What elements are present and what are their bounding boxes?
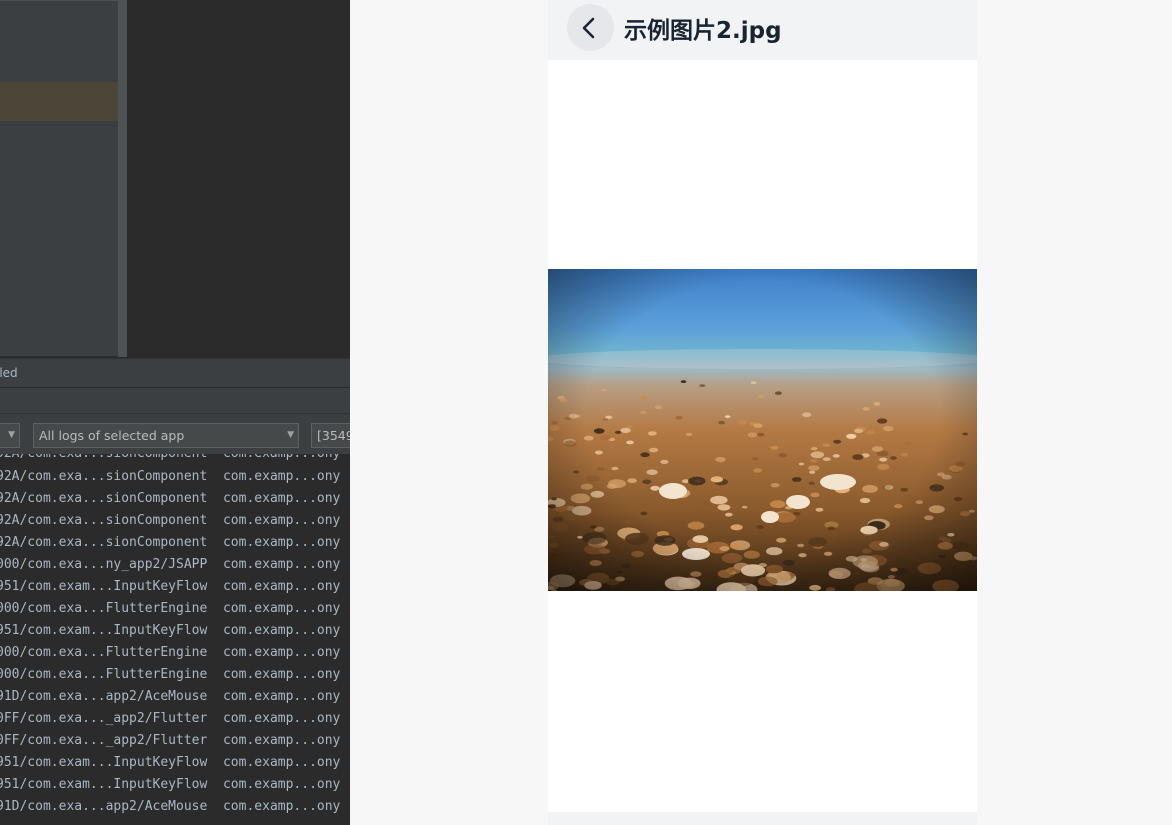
log-tag: 92A/com.exa...sionComponent bbox=[0, 535, 208, 550]
log-tag: 92A/com.exa...sionComponent bbox=[0, 469, 208, 484]
log-package: com.examp...ony bbox=[222, 469, 341, 484]
log-package: com.examp...ony bbox=[222, 645, 341, 660]
log-row[interactable]: 000/com.exa...FlutterEngine com.examp...… bbox=[0, 598, 340, 620]
log-tag: 0FF/com.exa..._app2/Flutter bbox=[0, 711, 208, 726]
log-package: com.examp...ony bbox=[222, 535, 341, 550]
log-row[interactable]: 951/com.exam...InputKeyFlow com.examp...… bbox=[0, 752, 340, 774]
log-package: com.examp...ony bbox=[222, 623, 341, 638]
log-row[interactable]: 951/com.exam...InputKeyFlow com.examp...… bbox=[0, 774, 340, 796]
log-filter-bar: ▼ All logs of selected app ▼ [3549 bbox=[0, 414, 350, 454]
log-tag: 000/com.exa...FlutterEngine bbox=[0, 601, 208, 616]
system-nav-bar bbox=[548, 812, 977, 825]
log-tag: 000/com.exa...ny_app2/JSAPP bbox=[0, 557, 208, 572]
log-tag: 92A/com.exa...sionComponent bbox=[0, 491, 208, 506]
log-row[interactable]: 951/com.exam...InputKeyFlow com.examp...… bbox=[0, 576, 340, 598]
beach-shells-image bbox=[548, 269, 977, 591]
app-title-bar: 示例图片2.jpg bbox=[548, 0, 977, 60]
log-row[interactable]: 951/com.exam...InputKeyFlow com.examp...… bbox=[0, 620, 340, 642]
level-dropdown[interactable]: ▼ bbox=[0, 423, 20, 448]
log-tag: 92A/com.exa...sionComponent bbox=[0, 513, 208, 528]
log-package: com.examp...ony bbox=[222, 733, 341, 748]
log-package: com.examp...ony bbox=[222, 601, 341, 616]
chevron-left-icon bbox=[582, 17, 595, 39]
log-row[interactable]: 92A/com.exa...sionComponent com.examp...… bbox=[0, 454, 340, 465]
page-title: 示例图片2.jpg bbox=[624, 18, 782, 44]
log-tag: 951/com.exam...InputKeyFlow bbox=[0, 623, 208, 638]
log-package: com.examp...ony bbox=[222, 799, 341, 814]
chevron-down-icon: ▼ bbox=[8, 430, 15, 440]
chevron-down-icon: ▼ bbox=[287, 430, 294, 440]
process-filter-value: [3549 bbox=[317, 428, 350, 443]
log-tag: 951/com.exam...InputKeyFlow bbox=[0, 777, 208, 792]
back-button[interactable] bbox=[567, 4, 614, 51]
device-status-label: lled bbox=[0, 366, 18, 380]
process-filter-field[interactable]: [3549 bbox=[311, 423, 350, 448]
log-tag: 91D/com.exa...app2/AceMouse bbox=[0, 799, 208, 814]
log-tag: 000/com.exa...FlutterEngine bbox=[0, 645, 208, 660]
log-package: com.examp...ony bbox=[222, 711, 341, 726]
log-row[interactable]: 92A/com.exa...sionComponent com.examp...… bbox=[0, 532, 340, 554]
log-package: com.examp...ony bbox=[222, 491, 341, 506]
editor-area[interactable] bbox=[127, 0, 350, 358]
log-row[interactable]: 91D/com.exa...app2/AceMouse com.examp...… bbox=[0, 796, 340, 818]
phone-screen: 示例图片2.jpg bbox=[548, 0, 977, 825]
log-scope-value: All logs of selected app bbox=[39, 428, 185, 443]
log-row[interactable]: 92A/com.exa...sionComponent com.examp...… bbox=[0, 488, 340, 510]
log-row[interactable]: 92A/com.exa...sionComponent com.examp...… bbox=[0, 510, 340, 532]
log-package: com.examp...ony bbox=[222, 667, 341, 682]
log-tag: 951/com.exam...InputKeyFlow bbox=[0, 755, 208, 770]
log-package: com.examp...ony bbox=[222, 513, 341, 528]
log-tag: 91D/com.exa...app2/AceMouse bbox=[0, 689, 208, 704]
log-tag: 951/com.exam...InputKeyFlow bbox=[0, 579, 208, 594]
log-package: com.examp...ony bbox=[222, 689, 341, 704]
ide-window: lled ▼ All logs of selected app ▼ [3549 … bbox=[0, 0, 350, 825]
log-package: com.examp...ony bbox=[222, 777, 341, 792]
log-row[interactable]: 000/com.exa...FlutterEngine com.examp...… bbox=[0, 642, 340, 664]
log-row[interactable]: 91D/com.exa...app2/AceMouse com.examp...… bbox=[0, 686, 340, 708]
log-package: com.examp...ony bbox=[222, 557, 341, 572]
project-tree-panel[interactable] bbox=[0, 0, 127, 357]
log-scope-dropdown[interactable]: All logs of selected app ▼ bbox=[33, 423, 299, 448]
log-row[interactable]: 0FF/com.exa..._app2/Flutter com.examp...… bbox=[0, 708, 340, 730]
tree-scrollbar[interactable] bbox=[118, 1, 127, 357]
tree-selected-row[interactable] bbox=[0, 82, 118, 121]
device-status-bar: lled bbox=[0, 358, 350, 388]
log-row[interactable]: 92A/com.exa...sionComponent com.examp...… bbox=[0, 466, 340, 488]
log-package: com.examp...ony bbox=[222, 579, 341, 594]
log-tag: 000/com.exa...FlutterEngine bbox=[0, 667, 208, 682]
log-row[interactable]: 0FF/com.exa..._app2/Flutter com.examp...… bbox=[0, 730, 340, 752]
log-row[interactable]: 000/com.exa...ny_app2/JSAPP com.examp...… bbox=[0, 554, 340, 576]
log-row[interactable]: 000/com.exa...FlutterEngine com.examp...… bbox=[0, 664, 340, 686]
log-output[interactable]: 92A/com.exa...sionComponent com.examp...… bbox=[0, 454, 350, 825]
log-tag: 0FF/com.exa..._app2/Flutter bbox=[0, 733, 208, 748]
log-toolbar bbox=[0, 388, 350, 414]
log-package: com.examp...ony bbox=[222, 755, 341, 770]
